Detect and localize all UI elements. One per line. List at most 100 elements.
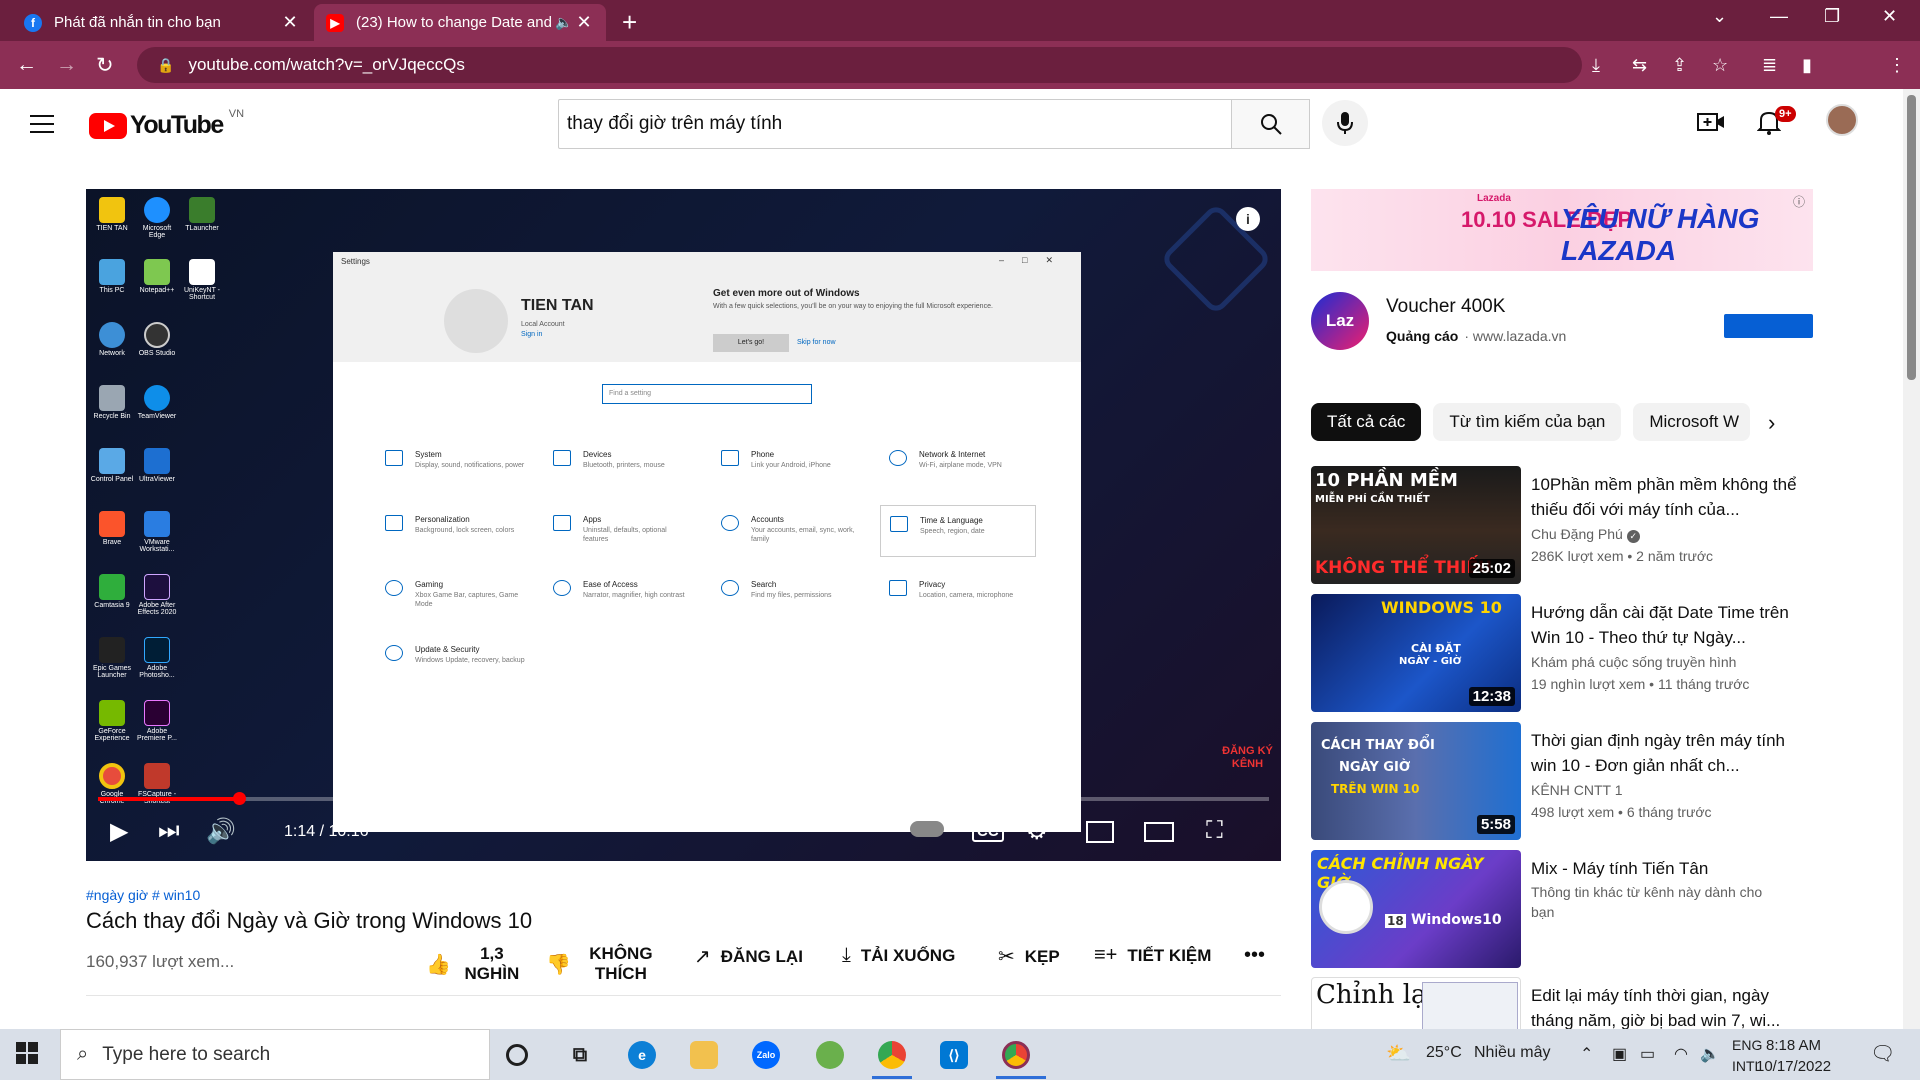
volume-icon[interactable]: 🔊 bbox=[206, 817, 236, 846]
search-button[interactable] bbox=[1231, 99, 1310, 149]
share-button[interactable]: ↗ ĐĂNG LẠI bbox=[694, 944, 803, 969]
play-icon[interactable]: ▶ bbox=[110, 817, 128, 846]
forward-button[interactable]: → bbox=[56, 53, 77, 77]
new-tab-button[interactable]: + bbox=[622, 7, 637, 38]
ad-info-icon[interactable]: ⓘ bbox=[1793, 193, 1805, 210]
create-video-icon[interactable] bbox=[1697, 111, 1725, 138]
back-button[interactable]: ← bbox=[16, 53, 37, 77]
video-player[interactable]: TIEN TAN Microsoft Edge TLauncher This P… bbox=[86, 189, 1281, 861]
network-icon[interactable]: ◠ bbox=[1674, 1044, 1688, 1064]
chip-microsoft[interactable]: Microsoft W bbox=[1633, 403, 1751, 441]
zalo-icon[interactable]: Zalo bbox=[752, 1041, 780, 1069]
next-video-icon[interactable]: ⏭ bbox=[158, 817, 180, 845]
clock[interactable]: 8:18 AM 10/17/2022 bbox=[1756, 1035, 1831, 1077]
edge-icon[interactable]: e bbox=[628, 1041, 656, 1069]
captions-icon[interactable]: CC bbox=[972, 821, 1004, 842]
youtube-account-avatar[interactable] bbox=[1826, 104, 1858, 136]
video-title[interactable]: 10Phần mềm phần mềm không thể thiếu đối … bbox=[1531, 472, 1801, 522]
meet-now-icon[interactable]: ▣ bbox=[1612, 1044, 1627, 1064]
search-box[interactable]: thay đổi giờ trên máy tính ✕ bbox=[558, 99, 1310, 149]
video-title[interactable]: Thời gian định ngày trên máy tính win 10… bbox=[1531, 728, 1801, 778]
like-button[interactable]: 👍 1,3 NGHÌN bbox=[426, 944, 526, 984]
youtube-logo[interactable]: YouTube VN bbox=[89, 108, 244, 140]
close-tab-icon[interactable]: ✕ bbox=[574, 12, 594, 33]
info-icon[interactable]: i bbox=[1236, 207, 1260, 231]
progress-scrubber[interactable] bbox=[233, 792, 246, 805]
scrollbar-thumb[interactable] bbox=[1907, 95, 1916, 380]
video-title[interactable]: Hướng dẫn cài đặt Date Time trên Win 10 … bbox=[1531, 600, 1801, 650]
weather-temp[interactable]: 25°C bbox=[1426, 1044, 1462, 1062]
video-title[interactable]: Edit lại máy tính thời gian, ngày tháng … bbox=[1531, 983, 1801, 1029]
fullscreen-icon[interactable]: ⛶ bbox=[1206, 817, 1223, 845]
share-page-icon[interactable]: ⇪ bbox=[1672, 55, 1687, 76]
ad-cta-button[interactable] bbox=[1724, 314, 1813, 338]
voice-search-button[interactable] bbox=[1322, 100, 1368, 146]
tab-facebook[interactable]: f Phát đã nhắn tin cho bạn ✕ bbox=[12, 4, 312, 41]
recommendation-item[interactable]: 10 PHẦN MỀM MIỄN PHÍ CẦN THIẾT KHÔNG THỂ… bbox=[1311, 466, 1841, 584]
chip-all[interactable]: Tất cả các bbox=[1311, 403, 1422, 441]
ad-banner[interactable]: Lazada 10.10 SALE ĐẸP YÊU NỮ HÀNG LAZADA… bbox=[1311, 189, 1813, 271]
channel-name[interactable]: KÊNH CNTT 1 bbox=[1531, 782, 1623, 798]
video-thumbnail[interactable]: 10 PHẦN MỀM MIỄN PHÍ CẦN THIẾT KHÔNG THỂ… bbox=[1311, 466, 1521, 584]
tab-youtube[interactable]: ▶ (23) How to change Date and 🔈 ✕ bbox=[314, 4, 606, 41]
chevron-right-icon[interactable]: › bbox=[1768, 410, 1775, 436]
lock-icon[interactable]: 🔒 bbox=[157, 57, 174, 74]
close-window-button[interactable]: ✕ bbox=[1882, 6, 1897, 27]
chrome-profile-icon[interactable] bbox=[1002, 1041, 1030, 1069]
restore-button[interactable]: ❐ bbox=[1824, 6, 1840, 27]
download-button[interactable]: ⤓ TẢI XUỐNG bbox=[842, 944, 955, 967]
video-thumbnail[interactable]: CÁCH CHỈNH NGÀY GIỜ 18 Windows10 bbox=[1311, 850, 1521, 968]
chrome-icon[interactable] bbox=[878, 1041, 906, 1069]
ad-info-row[interactable]: Laz Voucher 400K Quảng cáo · www.lazada.v… bbox=[1311, 292, 1813, 352]
volume-icon[interactable]: 🔈 bbox=[1700, 1044, 1720, 1064]
video-views[interactable]: 160,937 lượt xem... bbox=[86, 952, 234, 972]
weather-icon[interactable]: ⛅ bbox=[1386, 1041, 1411, 1066]
bookmark-star-icon[interactable]: ☆ bbox=[1712, 55, 1728, 76]
save-button[interactable]: ≡+ TIẾT KIỆM bbox=[1094, 944, 1211, 967]
install-icon[interactable]: ⤓ bbox=[1592, 55, 1600, 76]
windows-start-icon[interactable] bbox=[16, 1042, 38, 1064]
minimize-button[interactable]: — bbox=[1770, 6, 1788, 27]
task-view-icon[interactable]: ⧉ bbox=[566, 1041, 594, 1069]
more-actions-button[interactable]: ••• bbox=[1244, 944, 1275, 967]
menu-kebab-icon[interactable]: ⋮ bbox=[1888, 55, 1906, 76]
autoplay-toggle[interactable] bbox=[910, 821, 944, 837]
dislike-button[interactable]: 👎 KHÔNG THÍCH bbox=[546, 944, 666, 984]
reload-button[interactable]: ↻ bbox=[96, 53, 114, 78]
translate-icon[interactable]: ⇆ bbox=[1632, 55, 1647, 76]
video-thumbnail[interactable]: WINDOWS 10 CÀI ĐẶT NGÀY - GIỜ 12:38 bbox=[1311, 594, 1521, 712]
hamburger-menu-icon[interactable] bbox=[30, 115, 54, 133]
miniplayer-icon[interactable] bbox=[1086, 821, 1114, 843]
video-thumbnail[interactable]: CÁCH THAY ĐỔI NGÀY GIỜ TRÊN WIN 10 5:58 bbox=[1311, 722, 1521, 840]
chip-from-search[interactable]: Từ tìm kiếm của bạn bbox=[1433, 403, 1622, 441]
recommendation-item[interactable]: CÁCH THAY ĐỔI NGÀY GIỜ TRÊN WIN 10 5:58 … bbox=[1311, 722, 1841, 840]
recommendation-item[interactable]: Chỉnh lại Edit lại máy tính thời gian, n… bbox=[1311, 977, 1841, 1029]
file-explorer-icon[interactable] bbox=[690, 1041, 718, 1069]
battery-icon[interactable]: ▭ bbox=[1640, 1044, 1655, 1064]
media-control-icon[interactable]: ≣ bbox=[1762, 55, 1777, 76]
progress-bar[interactable] bbox=[98, 792, 1269, 805]
app-icon[interactable] bbox=[816, 1041, 844, 1069]
cortana-icon[interactable] bbox=[506, 1044, 528, 1066]
theater-mode-icon[interactable] bbox=[1144, 822, 1174, 842]
channel-name[interactable]: Khám phá cuộc sống truyền hình bbox=[1531, 654, 1736, 670]
close-tab-icon[interactable]: ✕ bbox=[280, 12, 300, 33]
settings-gear-icon[interactable]: ⚙ bbox=[1026, 817, 1048, 846]
vscode-icon[interactable]: ⟨⟩ bbox=[940, 1041, 968, 1069]
search-input[interactable]: thay đổi giờ trên máy tính bbox=[567, 113, 1259, 135]
video-thumbnail[interactable]: Chỉnh lại bbox=[1311, 977, 1521, 1029]
recommendation-item-mix[interactable]: CÁCH CHỈNH NGÀY GIỜ 18 Windows10 Mix - M… bbox=[1311, 850, 1841, 968]
taskbar-search[interactable]: ⌕ Type here to search bbox=[60, 1029, 490, 1080]
notification-center-icon[interactable]: 🗨 bbox=[1870, 1041, 1895, 1066]
tab-search-icon[interactable]: ⌄ bbox=[1712, 6, 1727, 27]
video-title[interactable]: Mix - Máy tính Tiến Tân bbox=[1531, 856, 1801, 881]
weather-text[interactable]: Nhiều mây bbox=[1474, 1044, 1550, 1062]
channel-name[interactable]: Chu Đặng Phú ✓ bbox=[1531, 526, 1640, 543]
video-hashtags[interactable]: #ngày giờ # win10 bbox=[86, 887, 200, 903]
speaker-icon[interactable]: 🔈 bbox=[554, 14, 574, 31]
address-bar[interactable]: 🔒 youtube.com/watch?v=_orVJqeccQs bbox=[137, 47, 1582, 83]
side-panel-icon[interactable]: ▮ bbox=[1802, 55, 1812, 76]
show-hidden-icons[interactable]: ⌃ bbox=[1580, 1044, 1593, 1064]
clip-button[interactable]: ✂ KẸP bbox=[998, 944, 1060, 969]
recommendation-item[interactable]: WINDOWS 10 CÀI ĐẶT NGÀY - GIỜ 12:38 Hướn… bbox=[1311, 594, 1841, 712]
